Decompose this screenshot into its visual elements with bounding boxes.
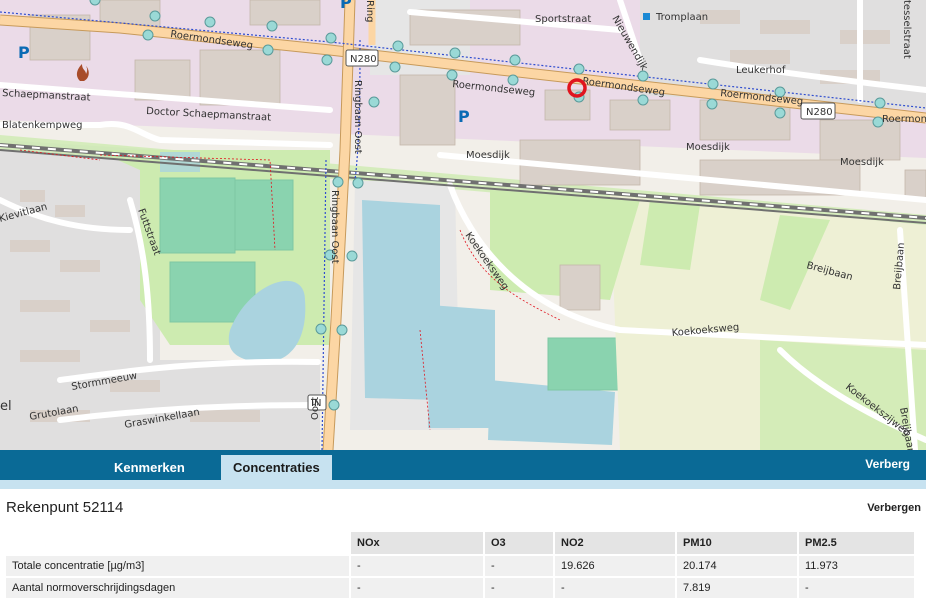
column-header-pm10: PM10 (677, 532, 797, 554)
street-label-tromplaan: Tromplaan (655, 12, 708, 23)
street-label-ringbaan-oost-lower: Ringbaan Oost (329, 190, 340, 264)
street-label-sportstraat: Sportstraat (535, 14, 591, 25)
row-label: Aantal normoverschrijdingsdagen (6, 578, 349, 598)
cell-nox: - (351, 578, 483, 598)
concentration-table: NOx O3 NO2 PM10 PM2.5 Totale concentrati… (4, 530, 916, 600)
column-header-label (6, 532, 349, 554)
cell-pm25: 11.973 (799, 556, 914, 576)
tab-bar: Kenmerken Concentraties Verberg (0, 450, 926, 480)
cell-o3: - (485, 556, 553, 576)
row-label: Totale concentratie [µg/m3] (6, 556, 349, 576)
street-label-ringbaan-oost-top: Ring (364, 0, 375, 22)
map-view[interactable]: N280 N280 IN Sportstraat Tromplaan Roerm… (0, 0, 926, 450)
tab-strip (0, 480, 926, 489)
bus-stop-icon (643, 13, 650, 20)
column-header-pm25: PM2.5 (799, 532, 914, 554)
svg-text:N280: N280 (806, 107, 833, 118)
svg-text:N280: N280 (350, 54, 377, 65)
street-label-roermondseweg-far: Roermonc (882, 114, 926, 125)
parking-icon: P (18, 43, 30, 62)
parking-icon: P (340, 0, 352, 12)
street-label-moesdijk-right: Moesdijk (840, 157, 884, 168)
column-header-no2: NO2 (555, 532, 675, 554)
street-label-ringbaan-oost-bottom: Oost (310, 397, 321, 420)
n280-shield-2: N280 (800, 102, 836, 120)
table-row: Totale concentratie [µg/m3] - - 19.626 2… (6, 556, 914, 576)
cell-no2: 19.626 (555, 556, 675, 576)
verberg-button[interactable]: Verberg (865, 457, 910, 471)
street-label-ringbaan-oost: Ringbaan Oost (352, 80, 363, 154)
table-header-row: NOx O3 NO2 PM10 PM2.5 (6, 532, 914, 554)
tab-concentraties[interactable]: Concentraties (221, 455, 332, 480)
n280-shield-1: N280 (345, 49, 379, 67)
info-panel: Rekenpunt 52114 Verbergen NOx O3 NO2 PM1… (0, 489, 926, 607)
tab-kenmerken[interactable]: Kenmerken (102, 455, 197, 480)
parking-icon: P (458, 107, 470, 126)
cell-nox: - (351, 556, 483, 576)
cell-pm25: - (799, 578, 914, 598)
street-label-leukerhof: Leukerhof (736, 65, 786, 76)
map-canvas[interactable]: N280 N280 IN Sportstraat Tromplaan Roerm… (0, 0, 926, 450)
verbergen-button[interactable]: Verbergen (867, 502, 921, 514)
cell-pm10: 20.174 (677, 556, 797, 576)
street-label-moesdijk-left: Moesdijk (466, 150, 510, 161)
street-label-blatenkempweg: Blatenkempweg (2, 120, 83, 131)
panel-title: Rekenpunt 52114 (6, 499, 124, 516)
column-header-o3: O3 (485, 532, 553, 554)
column-header-nox: NOx (351, 532, 483, 554)
table-row: Aantal normoverschrijdingsdagen - - - 7.… (6, 578, 914, 598)
cell-no2: - (555, 578, 675, 598)
street-label-tesselstraat: tesselstraat (901, 0, 912, 59)
cell-pm10: 7.819 (677, 578, 797, 598)
place-label-el: el (0, 399, 12, 414)
street-label-moesdijk-mid: Moesdijk (686, 142, 730, 153)
cell-o3: - (485, 578, 553, 598)
